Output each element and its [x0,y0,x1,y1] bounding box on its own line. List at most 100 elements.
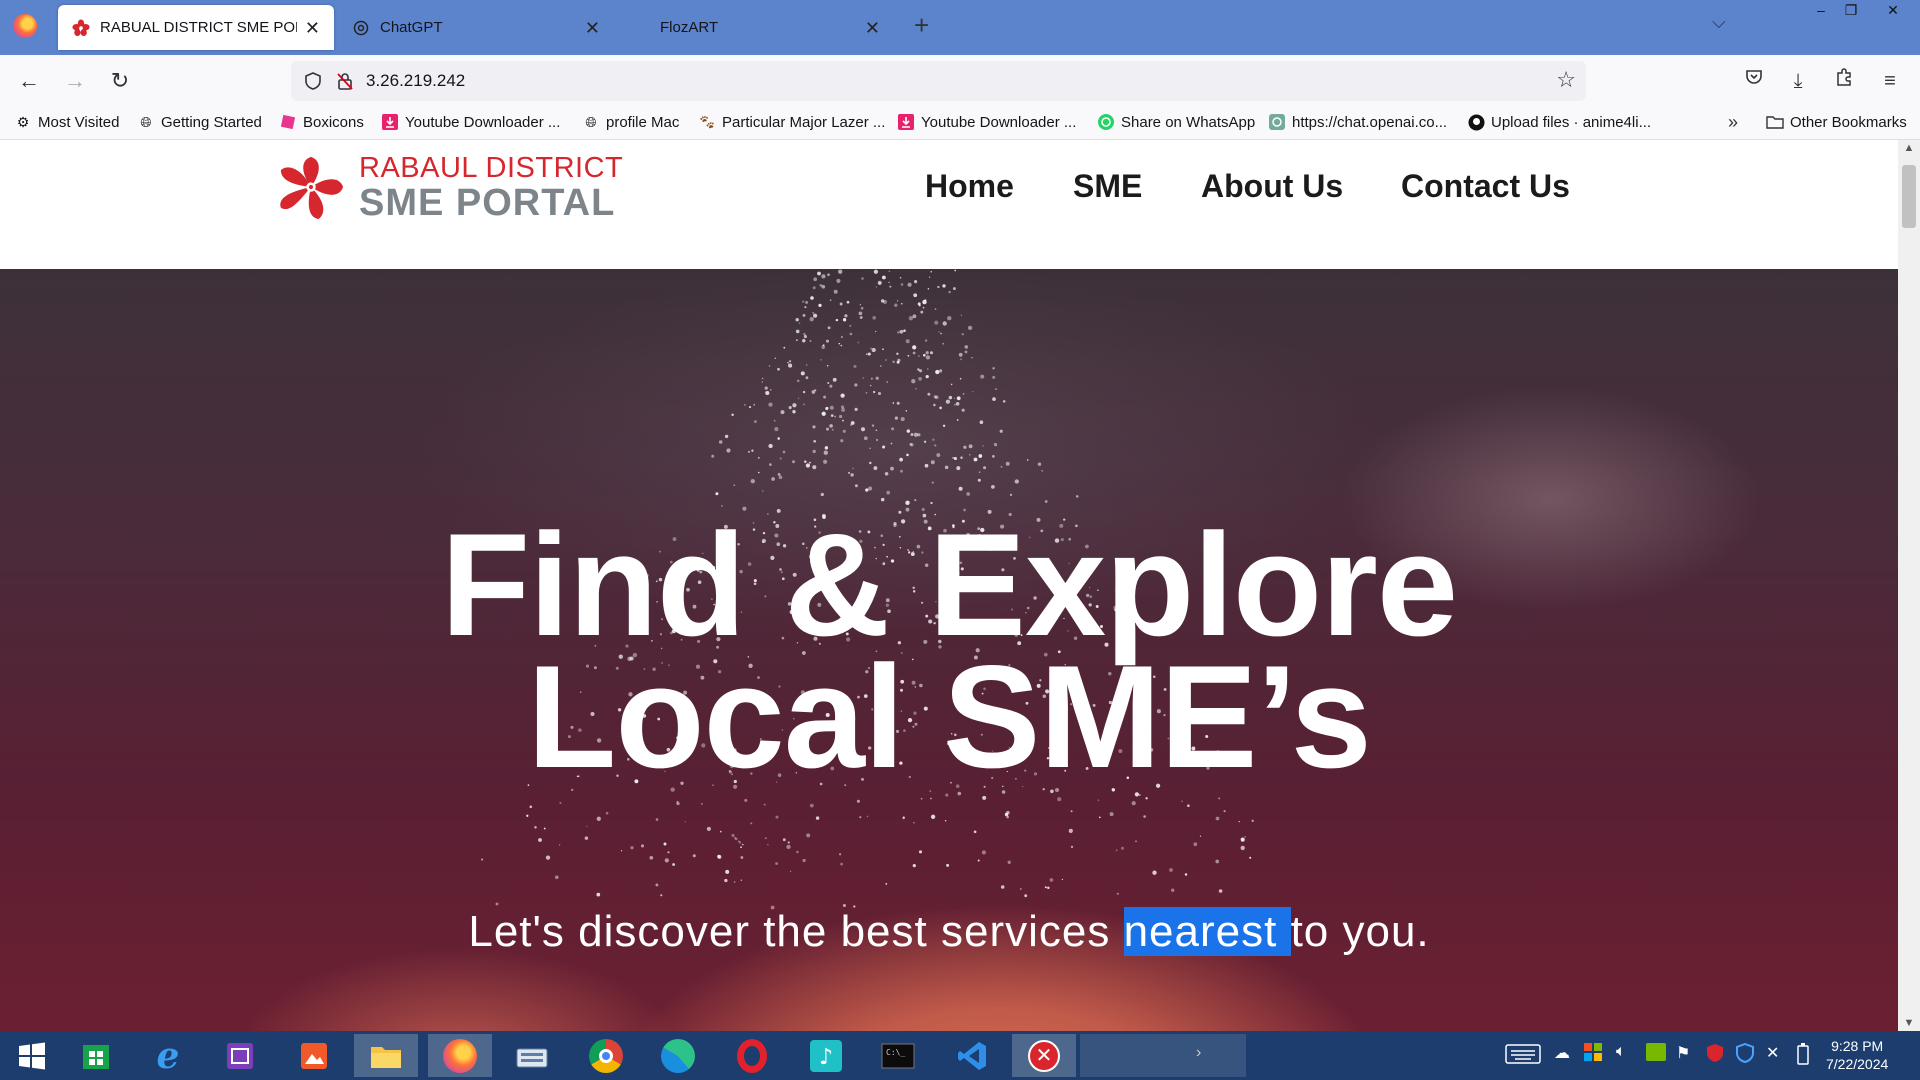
bookmark-label: Youtube Downloader ... [921,113,1077,131]
clock-date: 7/22/2024 [1826,1056,1889,1072]
address-bar[interactable]: 3.26.219.242 ☆ [291,61,1586,101]
web-page: RABAUL DISTRICT SME PORTAL Home SME Abou… [0,140,1898,1031]
windows-start-icon[interactable] [0,1034,64,1077]
chevron-down-icon[interactable]: ⌵ [1712,12,1726,33]
extensions-icon[interactable] [1830,67,1858,95]
cloud-icon[interactable]: ☁ [1554,1043,1570,1063]
bookmark-boxicons[interactable]: Boxicons [279,113,364,131]
site-logo[interactable]: RABAUL DISTRICT SME PORTAL [273,154,623,222]
bookmark-star-icon[interactable]: ☆ [1556,67,1576,93]
bookmark-label: https://chat.openai.co... [1292,113,1448,131]
shield-icon[interactable] [303,71,323,96]
hero-subtitle: Let's discover the best services nearest… [0,907,1898,957]
close-icon[interactable]: ✕ [585,19,600,37]
scroll-up-icon[interactable]: ▲ [1898,142,1920,154]
close-icon[interactable]: ✕ [305,19,320,37]
scroll-down-icon[interactable]: ▼ [1898,1017,1920,1029]
firefox-icon[interactable] [13,14,37,38]
nvidia-icon[interactable] [1646,1043,1666,1066]
wifi-off-icon[interactable]: ✕ [1766,1043,1779,1063]
clock-time: 9:28 PM [1831,1038,1884,1054]
forward-icon[interactable]: → [61,67,89,95]
hibiscus-logo-icon [280,156,344,220]
security-icon[interactable] [1706,1043,1724,1068]
nav-about-us[interactable]: About Us [1201,168,1343,205]
bookmark-getting-started[interactable]: 🌐︎ Getting Started [137,113,262,131]
opera-icon[interactable] [720,1034,784,1077]
taskbar-toolbar[interactable]: › [1080,1034,1246,1077]
chatgpt-icon [1268,113,1286,131]
bookmark-chat-openai[interactable]: https://chat.openai.co... [1268,113,1447,131]
nav-contact-us[interactable]: Contact Us [1401,168,1570,205]
tab-label: RABUAL DISTRICT SME PORTAL [100,19,297,36]
network-off-icon[interactable]: ⚑ [1676,1043,1690,1063]
bookmark-youtube-downloader[interactable]: Youtube Downloader ... [381,113,560,131]
tab-sme-portal[interactable]: RABUAL DISTRICT SME PORTAL ✕ [58,5,334,50]
bookmark-profile-mac[interactable]: 🌐︎ profile Mac [582,113,679,131]
bookmark-youtube-downloader-2[interactable]: Youtube Downloader ... [897,113,1076,131]
close-icon[interactable]: ✕ [865,19,880,37]
terminal-icon[interactable]: C:\_ [866,1034,930,1077]
back-icon[interactable]: ← [15,67,43,95]
scrollbar-thumb[interactable] [1902,165,1916,228]
window-close-icon[interactable]: ✕ [1880,0,1906,22]
touch-keyboard-icon[interactable] [1505,1043,1541,1070]
bookmark-upload-files[interactable]: Upload files · anime4li... [1467,113,1651,131]
tab-chatgpt[interactable]: ChatGPT ✕ [338,5,614,50]
chatgpt-icon [352,19,370,37]
internet-explorer-icon[interactable]: e [136,1034,200,1077]
chevron-double-right-icon[interactable]: » [1728,112,1738,133]
logo-subtitle: SME PORTAL [359,182,616,224]
error-app-icon[interactable]: ✕ [1012,1034,1076,1077]
music-app-icon[interactable]: ♪ [794,1034,858,1077]
bookmark-label: Most Visited [38,113,120,131]
firefox-taskbar-icon[interactable] [428,1034,492,1077]
folder-icon [1766,113,1784,131]
svg-text:♪: ♪ [819,1045,833,1070]
bookmark-label: Upload files · anime4li... [1491,113,1652,131]
bookmarks-bar: ⚙ Most Visited 🌐︎ Getting Started Boxico… [0,107,1920,140]
tab-label: FlozART [660,19,719,36]
bookmark-major-lazer[interactable]: 🐾︎ Particular Major Lazer ... [698,113,885,131]
paw-icon: 🐾︎ [698,113,716,130]
bookmark-share-whatsapp[interactable]: Share on WhatsApp [1097,113,1255,131]
file-explorer-icon[interactable] [354,1034,418,1077]
pocket-icon[interactable] [1740,67,1768,95]
new-tab-icon[interactable]: + [914,12,929,38]
chrome-icon[interactable] [574,1034,638,1077]
vscode-icon[interactable] [940,1034,1004,1077]
edge-icon[interactable] [646,1034,710,1077]
downloads-icon[interactable]: ⤓ [1784,67,1812,95]
keyboard-app-icon[interactable] [500,1034,564,1077]
system-clock[interactable]: 9:28 PM 7/22/2024 [1826,1037,1888,1073]
bookmark-label: Boxicons [303,113,364,131]
defender-icon[interactable] [1736,1042,1754,1068]
tab-flozart[interactable]: FlozART ✕ [618,5,894,50]
chevron-right-icon[interactable]: › [1196,1044,1201,1062]
logo-title: RABAUL DISTRICT [359,152,624,184]
reload-icon[interactable]: ↻ [106,67,134,95]
nav-home[interactable]: Home [925,168,1014,205]
office-icon[interactable] [1584,1043,1602,1066]
volume-icon[interactable]: 🔈︎ [1616,1043,1626,1061]
bookmark-label: profile Mac [606,113,680,131]
insecure-lock-icon[interactable] [335,71,355,96]
hibiscus-icon [72,18,90,37]
nav-sme[interactable]: SME [1073,168,1142,205]
bookmark-most-visited[interactable]: ⚙ Most Visited [14,113,120,131]
battery-icon[interactable] [1796,1043,1810,1070]
media-app-icon[interactable] [208,1034,272,1077]
photos-icon[interactable] [282,1034,346,1077]
url-text[interactable]: 3.26.219.242 [366,71,465,91]
menu-icon[interactable]: ≡ [1876,67,1904,95]
gear-icon: ⚙ [16,113,30,130]
other-bookmarks[interactable]: Other Bookmarks [1766,113,1907,131]
windows-taskbar: e ♪ C:\_ ✕ › ☁ 🔈︎ ⚑ ✕ 9:28 PM 7/22/2024 [0,1031,1920,1080]
bookmark-label: Particular Major Lazer ... [722,113,886,131]
restore-icon[interactable]: ❐ [1838,0,1864,22]
page-scrollbar[interactable]: ▲ ▼ [1898,140,1920,1031]
minimize-icon[interactable]: – [1808,0,1834,22]
globe-icon: 🌐︎ [585,113,597,130]
hero-banner: Find & Explore Local SME’s Let's discove… [0,269,1898,1031]
store-icon[interactable] [64,1034,128,1077]
